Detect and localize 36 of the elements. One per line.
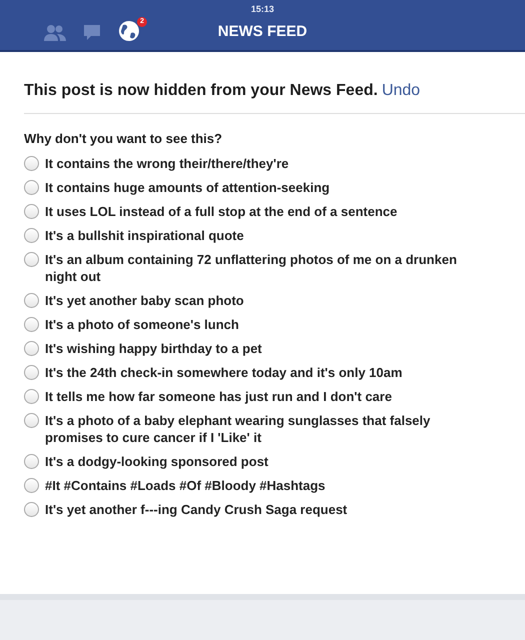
- option-label[interactable]: It's a dodgy-looking sponsored post: [45, 453, 268, 470]
- radio-button[interactable]: [24, 293, 39, 308]
- radio-button[interactable]: [24, 454, 39, 469]
- option-label[interactable]: It's an album containing 72 unflattering photos of me on a drunken night out: [45, 251, 490, 285]
- status-time: 15:13: [250, 4, 274, 14]
- radio-button[interactable]: [24, 413, 39, 428]
- option-label[interactable]: It's the 24th check-in somewhere today and it's only 10am: [45, 364, 402, 381]
- radio-button[interactable]: [24, 502, 39, 517]
- radio-button[interactable]: [24, 478, 39, 493]
- question-heading: Why don't you want to see this?: [24, 131, 224, 146]
- radio-button[interactable]: [24, 252, 39, 267]
- radio-button[interactable]: [24, 204, 39, 219]
- radio-button[interactable]: [24, 341, 39, 356]
- option-label[interactable]: It uses LOL instead of a full stop at the end of a sentence: [45, 203, 398, 220]
- message-icon[interactable]: [83, 24, 101, 42]
- radio-button[interactable]: [24, 228, 39, 243]
- option-label[interactable]: It's a photo of someone's lunch: [45, 316, 239, 333]
- radio-button[interactable]: [24, 317, 39, 332]
- option-label[interactable]: It tells me how far someone has just run and I don't care: [45, 388, 392, 405]
- option-label[interactable]: It's yet another f---ing Candy Crush Saga request: [45, 501, 348, 518]
- radio-button[interactable]: [24, 365, 39, 380]
- option-label[interactable]: It's yet another baby scan photo: [45, 292, 244, 309]
- undo-link[interactable]: Undo: [382, 82, 420, 99]
- radio-button[interactable]: [24, 389, 39, 404]
- option-label[interactable]: It contains the wrong their/there/they're: [45, 155, 289, 172]
- option-label[interactable]: It's wishing happy birthday to a pet: [45, 340, 262, 357]
- friends-icon[interactable]: [44, 24, 66, 42]
- radio-button[interactable]: [24, 180, 39, 195]
- globe-icon[interactable]: [118, 20, 140, 42]
- option-label[interactable]: It's a bullshit inspirational quote: [45, 227, 244, 244]
- option-label[interactable]: It contains huge amounts of attention-seeking: [45, 179, 330, 196]
- page-title: NEWS FEED: [218, 23, 308, 40]
- hidden-notice: This post is now hidden from your News Feed.: [24, 82, 378, 99]
- option-label[interactable]: It's a photo of a baby elephant wearing sunglasses that falsely promises to cure cancer if I 'Like' it: [45, 412, 490, 446]
- radio-button[interactable]: [24, 156, 39, 171]
- option-label[interactable]: #It #Contains #Loads #Of #Bloody #Hashtags: [45, 477, 326, 494]
